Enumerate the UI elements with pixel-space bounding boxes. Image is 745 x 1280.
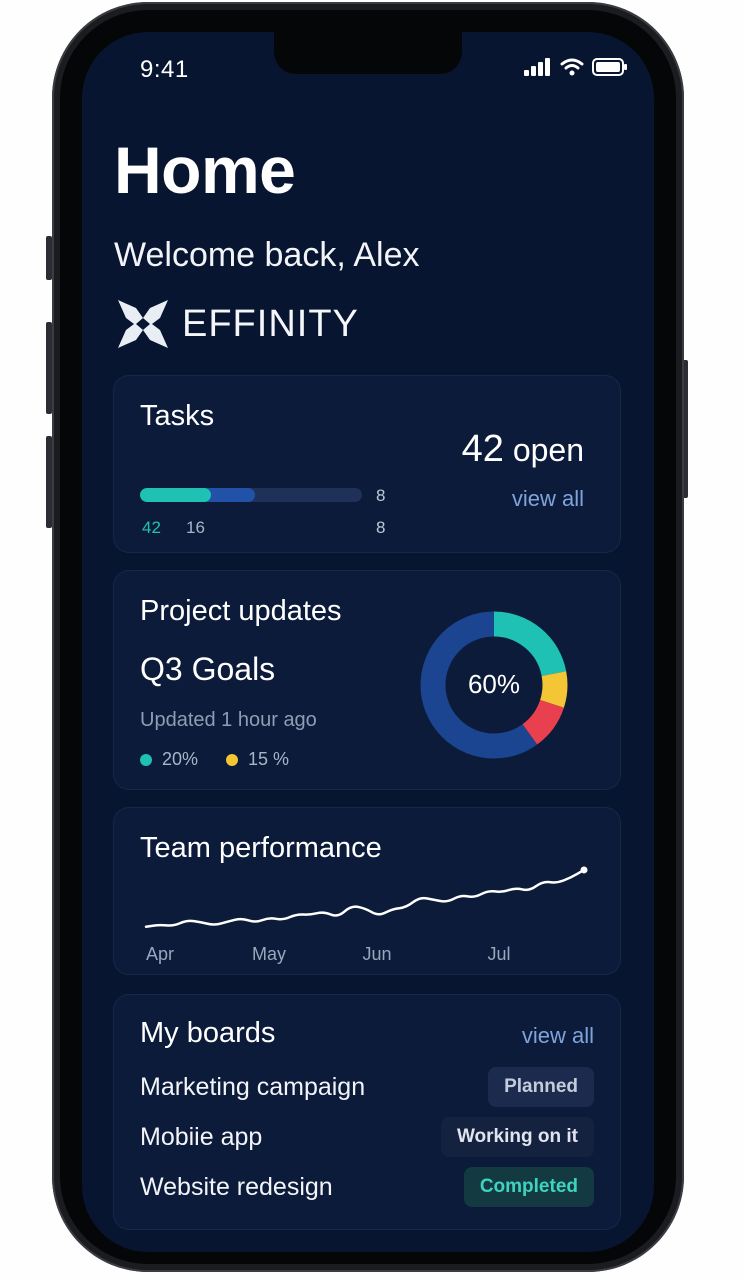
remaining-tasks-value: 8 (376, 518, 386, 537)
tasks-view-all-link[interactable]: view all (512, 486, 584, 512)
performance-trend-line (144, 868, 586, 928)
open-count-suffix: open (512, 432, 584, 468)
project-updated-time: Updated 1 hour ago (140, 709, 317, 731)
app-screen: 9:41 Home Welcome back, Alex EFFINITY Ta… (82, 32, 654, 1252)
legend-label-teal: 20% (162, 749, 199, 769)
tasks-card[interactable]: Tasks 42 open view all 8 42 16 8 (113, 375, 621, 553)
board-item-mobile-app[interactable]: Mobiie app Working on it (140, 1117, 594, 1157)
legend-item-teal: 20% (140, 749, 198, 770)
donut-center-label: 60% (468, 669, 520, 699)
board-name: Marketing campaign (140, 1073, 366, 1101)
open-tasks-count: 42 open (462, 428, 584, 471)
cellular-signal-icon (524, 58, 550, 76)
open-count-number: 42 (461, 428, 504, 470)
legend-dot-teal (140, 753, 152, 766)
team-performance-card[interactable]: Team performance Apr May Jun Jul (113, 807, 621, 975)
brand-name: EFFINITY (182, 302, 359, 345)
board-name: Mobiie app (140, 1123, 263, 1151)
progress-donut-chart: 60% (420, 611, 568, 759)
effinity-logo-icon (118, 300, 168, 348)
board-item-marketing[interactable]: Marketing campaign Planned (140, 1067, 594, 1107)
my-boards-title: My boards (140, 1017, 276, 1049)
project-goal-name: Q3 Goals (140, 651, 276, 687)
bar-top-right-value: 8 (376, 486, 386, 505)
boards-view-all-link[interactable]: view all (522, 1023, 594, 1049)
status-icons (524, 58, 628, 76)
project-updates-card[interactable]: Project updates Q3 Goals Updated 1 hour … (113, 570, 621, 790)
month-label: Jul (487, 944, 510, 964)
status-badge-completed: Completed (463, 1167, 594, 1207)
status-badge-planned: Planned (488, 1067, 594, 1107)
trend-end-dot (580, 866, 588, 874)
month-label: Apr (146, 944, 174, 964)
project-updates-title: Project updates (140, 595, 342, 627)
battery-icon (592, 58, 627, 76)
legend-label-yellow: 15 % (248, 749, 290, 769)
progress-segment-done (140, 488, 212, 502)
board-name: Website redesign (140, 1173, 333, 1201)
legend-item-yellow: 15 % (226, 749, 289, 770)
my-boards-card: My boards view all Marketing campaign Pl… (113, 994, 621, 1230)
board-item-website[interactable]: Website redesign Completed (140, 1167, 594, 1207)
in-progress-tasks-value: 16 (186, 518, 205, 537)
month-label: Jun (362, 944, 391, 964)
tasks-title: Tasks (140, 400, 215, 432)
tasks-progress-bar (140, 488, 362, 502)
wifi-icon (560, 58, 584, 76)
page-title: Home (114, 133, 296, 207)
notch (274, 32, 462, 74)
month-label: May (252, 944, 286, 964)
legend-dot-yellow (226, 753, 238, 766)
status-badge-working: Working on it (440, 1117, 594, 1157)
status-time: 9:41 (140, 56, 189, 83)
done-tasks-value: 42 (142, 518, 161, 537)
brand-logo: EFFINITY (116, 298, 359, 350)
welcome-message: Welcome back, Alex (114, 236, 420, 274)
team-performance-chart: Apr May Jun Jul (144, 866, 588, 964)
